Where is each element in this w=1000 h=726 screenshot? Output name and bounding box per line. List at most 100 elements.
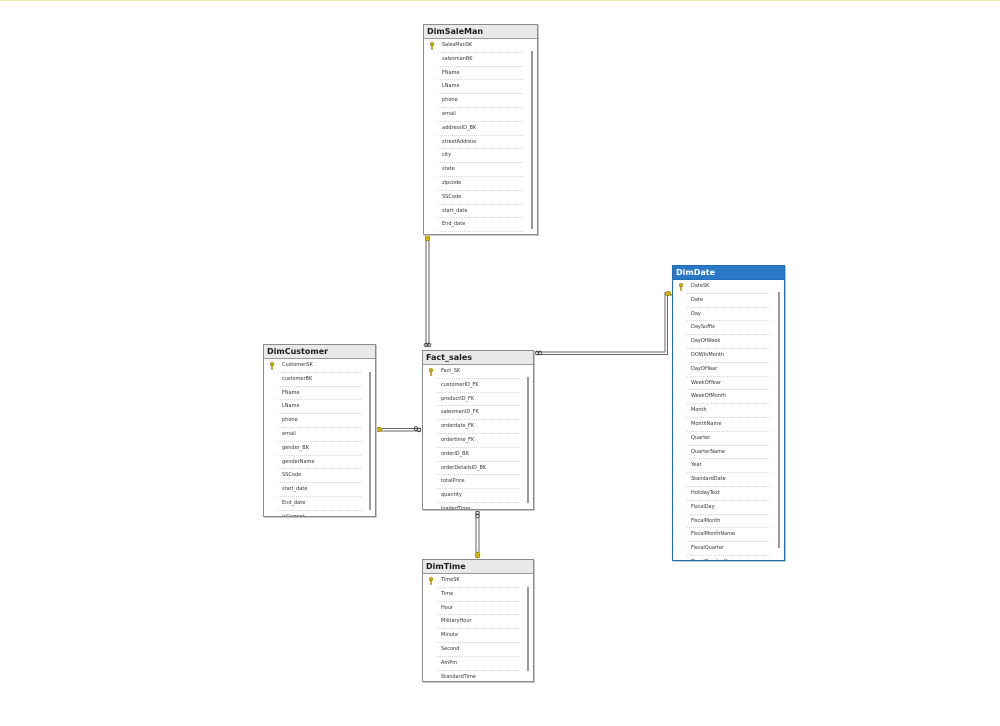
- table-column[interactable]: LName: [424, 80, 537, 94]
- table-column[interactable]: FiscalMonth: [673, 515, 784, 529]
- column-name: gender_BK: [282, 444, 309, 451]
- table-column[interactable]: FName: [424, 67, 537, 81]
- column-name: End_date: [282, 499, 306, 506]
- table-column[interactable]: quantity: [423, 489, 533, 503]
- table-column[interactable]: Day: [673, 308, 784, 322]
- table-column[interactable]: FiscalMonthName: [673, 528, 784, 542]
- scrollbar[interactable]: [531, 51, 533, 229]
- table-column[interactable]: FName: [264, 387, 375, 401]
- table-column[interactable]: phone: [264, 414, 375, 428]
- table-column[interactable]: LName: [264, 400, 375, 414]
- table-column[interactable]: WeekOfMonth: [673, 390, 784, 404]
- column-name: phone: [282, 417, 298, 424]
- table-fact-sales[interactable]: Fact_sales Fact_SK customerID_FK productID…: [422, 350, 534, 510]
- table-column[interactable]: StandardDate: [673, 473, 784, 487]
- table-column[interactable]: HolidayText: [673, 487, 784, 501]
- table-column[interactable]: End_date: [424, 218, 537, 232]
- column-name: SSCode: [442, 193, 462, 200]
- table-column[interactable]: customerBK: [264, 373, 375, 387]
- table-title: Fact_sales: [423, 351, 533, 365]
- column-name: addressID_BK: [442, 124, 477, 131]
- table-column[interactable]: AmPm: [423, 657, 533, 671]
- table-column[interactable]: FiscalDay: [673, 501, 784, 515]
- primary-key-column[interactable]: SalesManSK: [424, 39, 537, 53]
- primary-key-column[interactable]: TimeSK: [423, 574, 533, 588]
- table-column[interactable]: streetAddress: [424, 136, 537, 150]
- table-column[interactable]: gender_BK: [264, 442, 375, 456]
- table-column[interactable]: FiscalQuarter: [673, 542, 784, 556]
- column-name: totalPrice: [441, 478, 465, 485]
- table-column[interactable]: city: [424, 149, 537, 163]
- table-column[interactable]: WeekOfYear: [673, 377, 784, 391]
- table-column[interactable]: MilitaryHour: [423, 615, 533, 629]
- column-name: DayOfWeek: [691, 338, 721, 345]
- table-column[interactable]: MonthName: [673, 418, 784, 432]
- table-column[interactable]: phone: [424, 94, 537, 108]
- key-icon: [678, 283, 684, 291]
- column-name: AmPm: [441, 659, 458, 666]
- scrollbar[interactable]: [778, 292, 780, 548]
- table-column[interactable]: ordertime_FK: [423, 434, 533, 448]
- primary-key-column[interactable]: CustomerSK: [264, 359, 375, 373]
- column-name: WeekOfMonth: [691, 393, 727, 400]
- table-column[interactable]: productID_FK: [423, 393, 533, 407]
- table-column[interactable]: DOWInMonth: [673, 349, 784, 363]
- table-column[interactable]: Quarter: [673, 432, 784, 446]
- table-column[interactable]: orderdate_FK: [423, 420, 533, 434]
- table-column[interactable]: loadedTime: [423, 503, 533, 509]
- column-name: FiscalQuarterName: [691, 556, 739, 560]
- table-column[interactable]: SSCode: [424, 191, 537, 205]
- table-column[interactable]: Second: [423, 643, 533, 657]
- column-name: salesmanBK: [442, 55, 473, 62]
- table-column[interactable]: DaySuffix: [673, 321, 784, 335]
- table-column[interactable]: Hour: [423, 602, 533, 616]
- table-dimtime[interactable]: DimTime TimeSK Time Hour MilitaryHour Minute…: [422, 559, 534, 682]
- table-column[interactable]: salesmanID_FK: [423, 406, 533, 420]
- column-name: start_date: [282, 486, 308, 493]
- scrollbar[interactable]: [527, 377, 529, 503]
- column-name: MilitaryHour: [441, 618, 472, 625]
- table-dimsaleman[interactable]: DimSaleMan SalesManSK salesmanBK FName LNam…: [423, 24, 538, 235]
- table-column[interactable]: start_date: [264, 483, 375, 497]
- table-column[interactable]: SSCode: [264, 469, 375, 483]
- primary-key-column[interactable]: Fact_SK: [423, 365, 533, 379]
- table-column[interactable]: StandardTime: [423, 671, 533, 681]
- table-column[interactable]: DayOfYear: [673, 363, 784, 377]
- table-column[interactable]: Month: [673, 404, 784, 418]
- table-column[interactable]: customerID_FK: [423, 379, 533, 393]
- table-column[interactable]: End_date: [264, 497, 375, 511]
- table-column[interactable]: Year: [673, 459, 784, 473]
- table-column[interactable]: genderName: [264, 456, 375, 470]
- table-column[interactable]: salesmanBK: [424, 53, 537, 67]
- column-list: SalesManSK salesmanBK FName LName phone email…: [424, 39, 537, 232]
- table-column[interactable]: isCurrent: [264, 511, 375, 516]
- table-dimdate[interactable]: DimDate DateSK Date Day DaySuffix DayOfWeek D…: [672, 265, 785, 561]
- table-dimcustomer[interactable]: DimCustomer CustomerSK customerBK FName LNa…: [263, 344, 376, 517]
- column-name: email: [282, 430, 296, 437]
- table-column[interactable]: DayOfWeek: [673, 335, 784, 349]
- primary-key-column[interactable]: DateSK: [673, 280, 784, 294]
- table-column[interactable]: start_date: [424, 205, 537, 219]
- scrollbar[interactable]: [369, 372, 371, 510]
- table-column[interactable]: orderID_BK: [423, 448, 533, 462]
- table-column[interactable]: Date: [673, 294, 784, 308]
- column-name: start_date: [442, 207, 468, 214]
- table-column[interactable]: QuarterName: [673, 446, 784, 460]
- table-column[interactable]: totalPrice: [423, 475, 533, 489]
- table-column[interactable]: FiscalQuarterName: [673, 556, 784, 560]
- table-column[interactable]: zipcode: [424, 177, 537, 191]
- column-name: FiscalMonthName: [691, 531, 736, 538]
- table-column[interactable]: state: [424, 163, 537, 177]
- table-column[interactable]: Minute: [423, 629, 533, 643]
- table-column[interactable]: addressID_BK: [424, 122, 537, 136]
- table-column[interactable]: orderDetailsID_BK: [423, 462, 533, 476]
- table-column[interactable]: email: [424, 108, 537, 122]
- column-name: Second: [441, 645, 460, 652]
- table-column[interactable]: email: [264, 428, 375, 442]
- column-list: DateSK Date Day DaySuffix DayOfWeek DOWInMont…: [673, 280, 784, 560]
- scrollbar[interactable]: [527, 587, 529, 671]
- column-name: WeekOfYear: [691, 379, 721, 386]
- column-name: phone: [442, 97, 458, 104]
- table-column[interactable]: Time: [423, 588, 533, 602]
- column-name: LName: [442, 83, 460, 90]
